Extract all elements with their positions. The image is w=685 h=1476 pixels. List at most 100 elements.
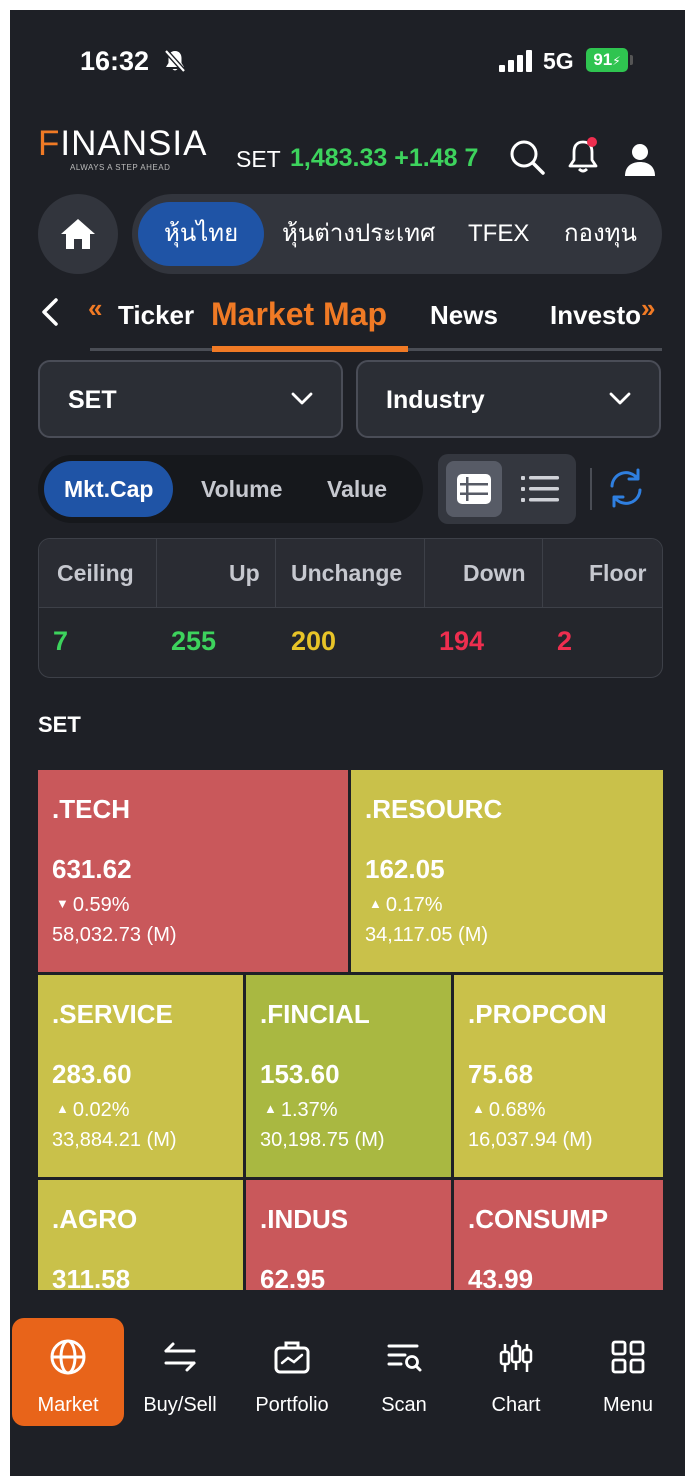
group-dropdown[interactable]: Industry [356,360,661,438]
list-view-button[interactable] [512,461,568,517]
briefcase-icon [274,1341,310,1374]
sector-index: 153.60 [260,1059,340,1089]
sector-name: .TECH [52,794,130,824]
sector-change: ▲ 1.37% [264,1099,338,1121]
section-title: SET [38,712,81,737]
tab-underline-active [212,346,408,352]
nav-portfolio[interactable]: Portfolio [236,1318,348,1426]
grid-view-button[interactable] [446,461,502,517]
candlestick-icon [499,1340,533,1372]
column-divider [275,539,276,608]
bell-muted-icon [164,49,186,73]
sector-change: ▼ 0.59% [56,894,130,916]
market-map-treemap: .TECH 631.62 ▼ 0.59% 58,032.73 (M) .RESOU… [38,770,663,1290]
down-count: 194 [439,626,485,656]
sector-index: 631.62 [52,854,132,884]
sector-index: 162.05 [365,854,445,884]
nav-menu[interactable]: Menu [572,1318,684,1426]
sector-mkt-cap: 58,032.73 (M) [52,924,177,946]
tile-service[interactable]: .SERVICE 283.60 ▲ 0.02% 33,884.21 (M) [38,975,243,1177]
nav-label: Portfolio [255,1394,329,1416]
caret-up-icon: ▲ [56,1101,69,1116]
column-divider [542,539,543,608]
sector-name: .SERVICE [52,999,173,1029]
unchange-count: 200 [291,626,337,656]
column-divider [156,539,157,608]
tab-news[interactable]: News [430,300,498,331]
caret-up-icon: ▲ [369,896,382,911]
mode-mkt-cap[interactable]: Mkt.Cap [44,461,174,517]
phone-screen: 16:32 5G 91⚡ FINANSIA ALWAYS A STEP AHEA… [10,10,685,1476]
view-toggle [438,454,576,524]
header-unchange: Unchange [291,560,403,586]
mode-value[interactable]: Value [327,455,387,523]
market-dropdown[interactable]: SET [38,360,343,438]
list-icon [521,476,559,502]
sector-mkt-cap: 33,884.21 (M) [52,1129,177,1151]
sector-name: .CONSUMP [468,1204,609,1234]
header-floor: Floor [589,560,647,586]
tile-tech[interactable]: .TECH 631.62 ▼ 0.59% 58,032.73 (M) [38,770,348,972]
header-down: Down [463,560,526,586]
sector-change: ▲ 0.02% [56,1099,130,1121]
signal-icon [499,50,532,72]
tab-funds[interactable]: กองทุน [564,194,637,274]
battery-tip [630,55,633,65]
nav-buy-sell[interactable]: Buy/Sell [124,1318,236,1426]
column-divider [424,539,425,608]
sector-mkt-cap: 30,198.75 (M) [260,1129,385,1151]
refresh-icon[interactable] [604,466,648,510]
tile-agro[interactable]: .AGRO 311.58 [38,1180,243,1290]
grid-list-icon [457,474,491,504]
sector-index: 43.99 [468,1264,534,1290]
caret-up-icon: ▲ [472,1101,485,1116]
sector-name: .AGRO [52,1204,138,1234]
back-chevron-icon[interactable] [36,292,64,332]
scroll-left-icon[interactable]: « [88,293,102,324]
search-icon[interactable] [508,138,546,176]
sector-index: 75.68 [468,1059,534,1089]
market-dropdown-label: SET [68,386,117,414]
user-profile-icon[interactable] [622,140,658,178]
sector-mkt-cap: 34,117.05 (M) [365,924,489,946]
mode-volume[interactable]: Volume [201,455,282,523]
sector-index: 62.95 [260,1264,326,1290]
tab-thai-stocks[interactable]: หุ้นไทย [138,202,265,266]
tab-tfex[interactable]: TFEX [468,194,529,274]
battery-level: 91 [593,50,613,69]
home-icon [61,219,95,249]
home-button[interactable] [38,194,118,274]
sector-index: 283.60 [52,1059,132,1089]
tile-propcon[interactable]: .PROPCON 75.68 ▲ 0.68% 16,037.94 (M) [454,975,663,1177]
nav-label: Market [37,1394,99,1416]
main-tab-bar: หุ้นไทย หุ้นต่างประเทศ TFEX กองทุน [132,194,662,274]
header-ceiling: Ceiling [57,560,134,586]
nav-scan[interactable]: Scan [348,1318,460,1426]
group-dropdown-label: Industry [386,386,485,414]
tab-foreign-stocks[interactable]: หุ้นต่างประเทศ [282,194,435,274]
chevron-down-icon [291,392,313,405]
tile-indus[interactable]: .INDUS 62.95 [246,1180,451,1290]
tile-resourc[interactable]: .RESOURC 162.05 ▲ 0.17% 34,117.05 (M) [351,770,663,972]
tile-fincial[interactable]: .FINCIAL 153.60 ▲ 1.37% 30,198.75 (M) [246,975,451,1177]
sector-mkt-cap: 16,037.94 (M) [468,1129,593,1151]
tab-market-map[interactable]: Market Map [211,296,387,333]
tab-investor[interactable]: Investo [550,300,641,331]
nav-market[interactable]: Market [12,1318,124,1426]
notification-bell-icon[interactable] [565,136,601,174]
divider [590,468,592,510]
nav-chart[interactable]: Chart [460,1318,572,1426]
sort-mode-selector: Mkt.Cap Volume Value [38,455,423,523]
sector-change: ▲ 0.17% [369,894,443,916]
tab-ticker[interactable]: Ticker [118,300,194,331]
ceiling-count: 7 [53,626,69,656]
battery-indicator: 91⚡ [586,48,628,72]
nav-label: Buy/Sell [143,1394,217,1416]
sector-change: ▲ 0.68% [472,1099,546,1121]
up-count: 255 [171,626,217,656]
tile-consump[interactable]: .CONSUMP 43.99 [454,1180,663,1290]
index-name: SET [236,146,281,172]
sector-name: .RESOURC [365,794,503,824]
swap-icon [164,1342,196,1372]
scroll-right-icon[interactable]: » [641,293,655,324]
